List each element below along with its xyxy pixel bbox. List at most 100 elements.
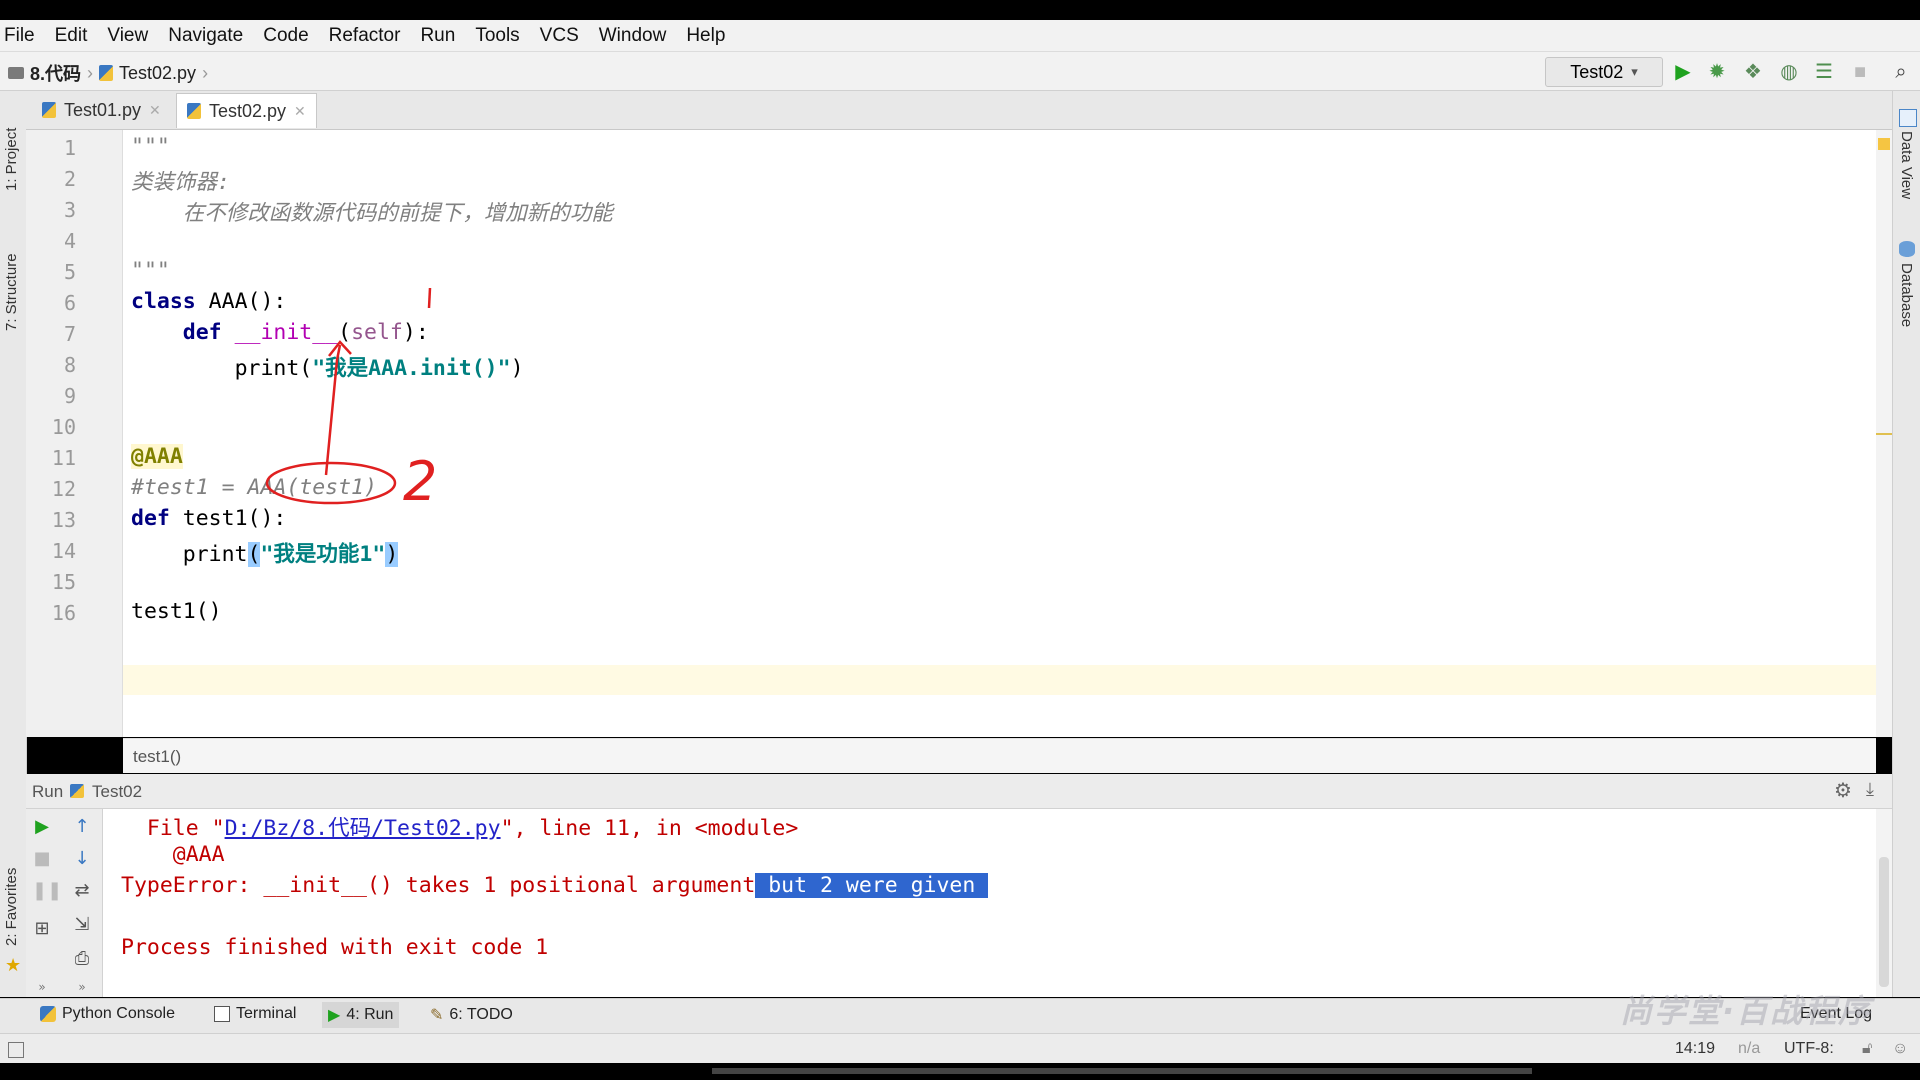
warning-stripe[interactable] bbox=[1876, 433, 1892, 435]
breadcrumb: 8.代码 › Test02.py › bbox=[8, 60, 208, 86]
more-icon[interactable]: » bbox=[72, 977, 92, 997]
menu-file[interactable]: File bbox=[4, 25, 35, 47]
line-number: 15 bbox=[51, 570, 76, 594]
run-config-name[interactable]: Test02 bbox=[92, 782, 142, 802]
tab-test02[interactable]: Test02.py ✕ bbox=[176, 93, 317, 128]
editor-tab-bar: Test01.py ✕ Test02.py ✕ bbox=[26, 91, 1892, 130]
selected-text[interactable]: but 2 were given bbox=[755, 873, 989, 898]
annotation-tick-mark bbox=[427, 287, 432, 309]
code-editor[interactable]: """ 类装饰器: 在不修改函数源代码的前提下，增加新的功能 """ class… bbox=[123, 130, 1876, 737]
gear-icon[interactable]: ⚙ bbox=[1834, 778, 1852, 803]
scroll-to-end-icon[interactable]: ⇲ bbox=[72, 915, 92, 935]
menu-window[interactable]: Window bbox=[599, 25, 667, 47]
python-file-icon bbox=[70, 784, 84, 798]
rerun-icon[interactable]: ▶ bbox=[32, 817, 52, 837]
line-number: 9 bbox=[63, 384, 76, 408]
terminal-icon bbox=[214, 1006, 230, 1022]
line-number: 3 bbox=[63, 198, 76, 222]
up-arrow-icon[interactable]: ↑ bbox=[72, 817, 92, 837]
left-tool-strip: 1: Project 7: Structure 2: Favorites ★ bbox=[0, 91, 27, 997]
run-console-output[interactable]: File "D:/Bz/8.代码/Test02.py", line 11, in… bbox=[103, 809, 1876, 997]
scrollbar-thumb[interactable] bbox=[1879, 857, 1889, 987]
python-console-button[interactable]: Python Console bbox=[40, 1005, 175, 1023]
project-tool-button[interactable]: 1: Project bbox=[3, 101, 23, 201]
search-icon[interactable]: ⌕ bbox=[1890, 61, 1912, 83]
run-panel-header: Run Test02 ⚙ ⤓ bbox=[26, 774, 1892, 809]
run-icon: ▶ bbox=[328, 1007, 341, 1024]
favorites-tool-button[interactable]: 2: Favorites ★ bbox=[3, 851, 23, 991]
console-line-error: TypeError: __init__() takes 1 positional… bbox=[121, 873, 989, 898]
menu-refactor[interactable]: Refactor bbox=[329, 25, 401, 47]
line-number: 14 bbox=[51, 539, 76, 563]
run-tool-button[interactable]: ▶ 4: Run bbox=[322, 1002, 400, 1028]
terminal-label: Terminal bbox=[236, 1005, 297, 1022]
editor-breadcrumb-bar: test1() bbox=[123, 738, 1876, 773]
stop-icon[interactable]: ■ bbox=[32, 849, 52, 869]
line-number: 11 bbox=[51, 446, 76, 470]
line-number: 13 bbox=[51, 508, 76, 532]
breadcrumb-project[interactable]: 8.代码 bbox=[30, 60, 81, 86]
menu-help[interactable]: Help bbox=[686, 25, 725, 47]
soft-wrap-icon[interactable]: ⇄ bbox=[72, 881, 92, 901]
concurrency-icon[interactable]: ☰ bbox=[1813, 61, 1835, 83]
menu-vcs[interactable]: VCS bbox=[540, 25, 579, 47]
menu-edit[interactable]: Edit bbox=[55, 25, 88, 47]
menu-bar: File Edit View Navigate Code Refactor Ru… bbox=[0, 20, 1920, 52]
menu-run[interactable]: Run bbox=[420, 25, 455, 47]
line-number: 5 bbox=[63, 260, 76, 284]
database-tool-button[interactable]: Database bbox=[1897, 263, 1917, 353]
hide-panel-icon[interactable]: ⤓ bbox=[1866, 779, 1874, 800]
close-icon[interactable]: ✕ bbox=[294, 103, 306, 120]
run-icon[interactable]: ▶ bbox=[1672, 61, 1694, 83]
profile-icon[interactable]: ◍ bbox=[1778, 61, 1800, 83]
todo-label: 6: TODO bbox=[449, 1006, 513, 1023]
run-toolbar: ▶ ↑ ■ ↓ ❚❚ ⇄ ⊞ ⇲ ⎙ » » bbox=[26, 809, 103, 997]
watermark-logo: 尚学堂·百战程序 bbox=[1620, 992, 1873, 1030]
status-toggle-icon[interactable] bbox=[8, 1042, 24, 1058]
console-line-traceback: File "D:/Bz/8.代码/Test02.py", line 11, in… bbox=[121, 816, 799, 841]
coverage-icon[interactable]: ❖ bbox=[1742, 61, 1764, 83]
inspection-marker[interactable] bbox=[1878, 138, 1890, 150]
debug-icon[interactable]: ✹ bbox=[1706, 61, 1728, 83]
terminal-button[interactable]: Terminal bbox=[214, 1005, 296, 1023]
layout-icon[interactable]: ⊞ bbox=[32, 919, 52, 939]
tab-test01[interactable]: Test01.py ✕ bbox=[32, 93, 171, 127]
line-separator[interactable]: n/a bbox=[1738, 1040, 1760, 1058]
todo-button[interactable]: ✎ 6: TODO bbox=[430, 1005, 513, 1025]
close-icon[interactable]: ✕ bbox=[149, 102, 161, 119]
more-icon[interactable]: » bbox=[32, 977, 52, 997]
run-tool-label: 4: Run bbox=[346, 1006, 394, 1023]
print-icon[interactable]: ⎙ bbox=[72, 949, 92, 969]
right-tool-strip: Data View Database bbox=[1892, 91, 1920, 997]
file-encoding[interactable]: UTF-8: bbox=[1784, 1040, 1834, 1058]
grid-icon bbox=[1899, 109, 1917, 127]
menu-code[interactable]: Code bbox=[263, 25, 308, 47]
data-view-tool-button[interactable]: Data View bbox=[1897, 131, 1917, 221]
chevron-right-icon: › bbox=[87, 62, 94, 83]
console-line-exit: Process finished with exit code 1 bbox=[121, 935, 549, 960]
down-arrow-icon[interactable]: ↓ bbox=[72, 849, 92, 869]
file-link[interactable]: D:/Bz/8.代码/Test02.py bbox=[225, 816, 501, 841]
menu-tools[interactable]: Tools bbox=[475, 25, 519, 47]
editor-scrollbar[interactable] bbox=[1876, 130, 1892, 737]
editor-breadcrumb[interactable]: test1() bbox=[133, 747, 181, 767]
inspector-icon[interactable]: ☺ bbox=[1892, 1040, 1908, 1058]
caret-position[interactable]: 14:19 bbox=[1675, 1040, 1715, 1058]
breadcrumb-file[interactable]: Test02.py bbox=[119, 63, 196, 84]
console-scrollbar[interactable] bbox=[1876, 809, 1892, 997]
code-line-16: test1() bbox=[131, 599, 222, 624]
stop-icon[interactable]: ■ bbox=[1849, 61, 1871, 83]
python-file-icon bbox=[187, 103, 201, 119]
run-config-select[interactable]: Test02 ▾ bbox=[1545, 57, 1663, 87]
line-number-gutter: 1 2 3 4 5 6 7 8 9 10 11 12 13 14 15 16 bbox=[26, 130, 123, 737]
menu-view[interactable]: View bbox=[107, 25, 148, 47]
lock-icon[interactable]: 🔓︎ bbox=[1862, 1040, 1872, 1058]
line-number: 4 bbox=[63, 229, 76, 253]
structure-tool-button[interactable]: 7: Structure bbox=[3, 231, 23, 351]
annotation-number: 2 bbox=[403, 450, 437, 513]
menu-navigate[interactable]: Navigate bbox=[168, 25, 243, 47]
run-config-label: Test02 bbox=[1570, 61, 1624, 82]
database-icon bbox=[1899, 241, 1915, 257]
console-line-decorator: @AAA bbox=[121, 842, 225, 867]
pause-icon[interactable]: ❚❚ bbox=[32, 881, 62, 901]
